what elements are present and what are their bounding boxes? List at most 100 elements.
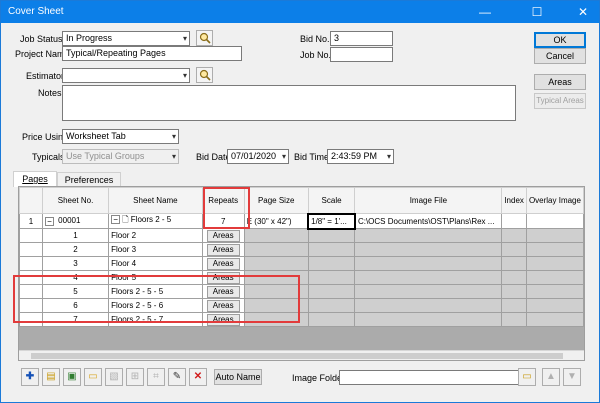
image-folder-label: Image Folder [292,373,346,383]
overlay-image-cell[interactable] [525,213,585,229]
job-no-input[interactable] [330,47,393,62]
folder-button[interactable]: ▭ [84,368,102,386]
bid-time-label: Bid Time [294,152,330,162]
bid-date-value: 07/01/2020 [231,151,277,161]
collapse-icon[interactable]: − [111,215,121,225]
tab-pages[interactable]: Pages [13,171,57,187]
scale-icon: ⊞ [130,371,140,382]
delete-button[interactable]: ✕ [189,368,207,386]
close-window-button[interactable]: ✕ [567,1,599,23]
insert-sheet-button[interactable]: ▤ [42,368,60,386]
child-sheet-name[interactable]: Floor 4 [108,256,203,271]
add-sheet-button[interactable]: ✚ [21,368,39,386]
move-up-button[interactable]: ▲ [542,368,560,386]
cancel-button[interactable]: Cancel [534,48,586,64]
row-areas-button[interactable]: Areas [206,257,240,270]
typicals-dropdown[interactable]: Use Typical Groups ▾ [62,149,179,164]
delete-icon: ✕ [193,371,203,382]
chevron-down-icon: ▾ [182,71,187,80]
price-using-value: Worksheet Tab [66,131,126,141]
bid-time-value: 2:43:59 PM [331,151,378,161]
auto-name-button[interactable]: Auto Name [214,369,262,385]
col-header-index[interactable]: Index [501,187,527,214]
scrollbar-thumb[interactable] [31,353,563,359]
job-status-search-button[interactable] [196,30,213,46]
col-header-image-file[interactable]: Image File [354,187,503,214]
job-no-label: Job No. [300,50,332,60]
job-status-value: In Progress [66,33,113,43]
minimize-button[interactable]: — [469,1,501,23]
calibrate-button[interactable]: ▧ [105,368,123,386]
crop-button[interactable]: ⌗ [147,368,165,386]
page-icon: 🗋 [122,215,129,224]
child-sheet-no[interactable]: 3 [41,256,110,271]
row-areas-button[interactable]: Areas [206,229,240,242]
table-row[interactable]: 1 − 00001 − 🗋 Floors 2 - 5 7 E (30" x 42"… [19,212,585,230]
edit-icon: ✎ [172,371,182,382]
browse-folder-button[interactable]: ▭ [518,368,536,386]
typical-areas-button[interactable]: Typical Areas [534,93,586,109]
repeats-highlight-box [203,187,250,229]
child-sheet-name[interactable]: Floor 3 [108,242,203,257]
child-sheet-name[interactable]: Floor 2 [108,228,203,243]
notes-textarea[interactable] [62,85,516,121]
estimator-label: Estimator [26,71,65,81]
estimator-search-button[interactable] [196,67,213,83]
arrow-down-icon: ▼ [567,371,577,382]
image-file-cell[interactable]: C:\OCS Documents\OST\Plans\Rex ... [354,213,503,229]
typicals-label: Typicals [32,152,65,162]
bid-date-picker[interactable]: 07/01/2020 ▾ [227,149,289,164]
index-cell[interactable] [501,213,527,229]
bid-no-label: Bid No. [300,34,330,44]
move-down-button[interactable]: ▼ [563,368,581,386]
chevron-down-icon: ▾ [171,152,176,161]
ok-button[interactable]: OK [534,32,586,48]
bid-time-picker[interactable]: 2:43:59 PM ▾ [327,149,394,164]
table-row[interactable]: 1 Floor 2 Areas [19,228,585,243]
child-sheet-no[interactable]: 2 [41,242,110,257]
bid-no-input[interactable]: 3 [330,31,393,46]
child-sheet-no[interactable]: 1 [41,228,110,243]
estimator-dropdown[interactable]: ▾ [62,68,190,83]
image-button[interactable]: ▣ [63,368,81,386]
row-number: 1 [19,213,43,229]
cover-sheet-window: Cover Sheet — ☐ ✕ Job Status In Progress… [0,0,600,403]
col-header-overlay-image[interactable]: Overlay Image [525,187,585,214]
job-status-dropdown[interactable]: In Progress ▾ [62,31,190,46]
add-sheet-icon: ✚ [25,371,35,382]
sheet-no-cell[interactable]: − 00001 [41,213,110,229]
chevron-down-icon: ▾ [171,132,176,141]
job-status-label: Job Status [20,34,63,44]
insert-sheet-icon: ▤ [46,371,56,382]
areas-button[interactable]: Areas [534,74,586,90]
table-row[interactable]: 2 Floor 3 Areas [19,242,585,257]
edit-button[interactable]: ✎ [168,368,186,386]
col-header-page-size[interactable]: Page Size [243,187,309,214]
maximize-button[interactable]: ☐ [521,1,553,23]
page-size-cell[interactable]: E (30" x 42") [243,213,309,229]
magnifier-icon [199,32,211,44]
sheet-name-cell[interactable]: − 🗋 Floors 2 - 5 [108,213,203,229]
image-folder-input[interactable] [339,370,531,385]
col-header-sheet-name[interactable]: Sheet Name [108,187,203,214]
folder-icon: ▭ [88,371,98,382]
price-using-dropdown[interactable]: Worksheet Tab ▾ [62,129,179,144]
magnifier-icon [199,69,211,81]
title-bar[interactable]: Cover Sheet — ☐ ✕ [1,1,599,23]
col-header-corner [19,187,43,214]
bid-date-label: Bid Date [196,152,231,162]
repeated-sheets-highlight-box [13,275,300,323]
horizontal-scrollbar[interactable] [19,350,584,360]
tab-pages-label: Pages [22,174,48,184]
row-areas-button[interactable]: Areas [206,243,240,256]
scale-button[interactable]: ⊞ [126,368,144,386]
scale-cell[interactable]: 1/8" = 1'... [307,212,356,230]
pages-grid[interactable]: Sheet No. Sheet Name Repeats Page Size S… [18,186,585,361]
table-row[interactable]: 3 Floor 4 Areas [19,256,585,271]
typicals-value: Use Typical Groups [66,151,145,161]
col-header-sheet-no[interactable]: Sheet No. [41,187,110,214]
project-name-input[interactable]: Typical/Repeating Pages [62,46,242,61]
col-header-scale[interactable]: Scale [307,187,356,214]
collapse-icon[interactable]: − [44,216,54,226]
grid-header-row: Sheet No. Sheet Name Repeats Page Size S… [19,187,585,214]
